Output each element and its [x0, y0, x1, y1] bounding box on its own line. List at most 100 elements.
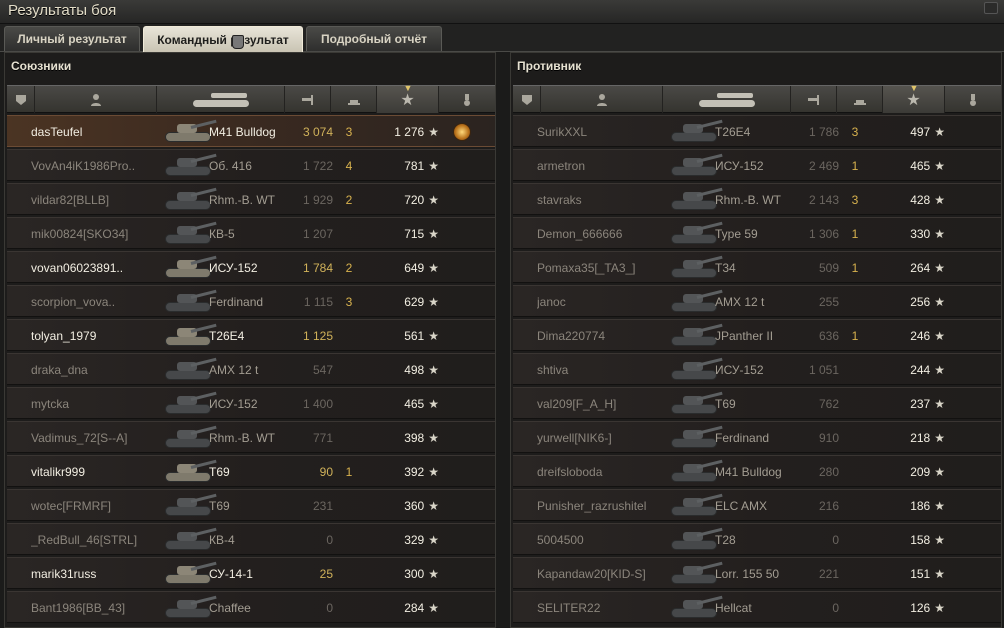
table-row[interactable]: shtiva ИСУ-152 1 051 244 ★ [513, 353, 1001, 385]
table-row[interactable]: _RedBull_46[STRL] КВ-4 0 329 ★ [7, 523, 495, 555]
player-name[interactable]: draka_dna [31, 354, 171, 385]
table-row[interactable]: SurikXXL T26E4 1 786 3 497 ★ [513, 115, 1001, 147]
kills-column-header[interactable] [331, 86, 377, 113]
kills-column-header[interactable] [837, 86, 883, 113]
table-row[interactable]: SELITER22 Hellcat 0 126 ★ [513, 591, 1001, 623]
player-name[interactable]: armetron [537, 150, 677, 181]
kills-value: 3 [851, 192, 859, 207]
player-name[interactable]: SELITER22 [537, 592, 677, 623]
player-name[interactable]: vildar82[BLLB] [31, 184, 171, 215]
player-name[interactable]: SurikXXL [537, 116, 677, 147]
player-name[interactable]: marik31russ [31, 558, 171, 589]
squad-column-header[interactable] [513, 86, 541, 113]
player-name[interactable]: _RedBull_46[STRL] [31, 524, 171, 555]
damage-value: 1 051 [808, 362, 839, 377]
tab-personal-result[interactable]: Личный результат [4, 26, 140, 51]
player-name[interactable]: Pomaxa35[_TA3_] [537, 252, 677, 283]
squad-column-header[interactable] [7, 86, 35, 113]
player-name[interactable]: dasTeufel [31, 116, 171, 147]
vehicle-column-header[interactable] [663, 86, 791, 113]
damage-value: 255 [818, 294, 839, 309]
table-row[interactable]: vitalikr999 T69 90 1 392 ★ [7, 455, 495, 487]
player-name[interactable]: scorpion_vova.. [31, 286, 171, 317]
damage-column-header[interactable] [285, 86, 331, 113]
damage-value: 1 115 [303, 294, 333, 309]
xp-column-header[interactable]: ▼ ★ [377, 83, 439, 113]
xp-value: 398 [404, 430, 425, 445]
damage-value: 547 [312, 362, 333, 377]
table-row[interactable]: draka_dna AMX 12 t 547 498 ★ [7, 353, 495, 385]
player-name[interactable]: VovAn4iK1986Pro.. [31, 150, 171, 181]
player-name[interactable]: stavraks [537, 184, 677, 215]
xp-cell: 186 ★ [875, 490, 945, 521]
medal-column-header[interactable] [945, 86, 1001, 113]
player-name[interactable]: 5004500 [537, 524, 677, 555]
tab-detailed-report[interactable]: Подробный отчёт [306, 26, 442, 51]
table-row[interactable]: stavraks Rhm.-B. WT 2 143 3 428 ★ [513, 183, 1001, 215]
kills-value: 2 [345, 192, 353, 207]
table-row[interactable]: vovan06023891.. ИСУ-152 1 784 2 649 ★ [7, 251, 495, 283]
table-row[interactable]: dasTeufel M41 Bulldog 3 074 3 1 276 ★ [7, 115, 495, 147]
player-name[interactable]: Vadimus_72[S--A] [31, 422, 171, 453]
player-name[interactable]: wotec[FRMRF] [31, 490, 171, 521]
table-row[interactable]: armetron ИСУ-152 2 469 1 465 ★ [513, 149, 1001, 181]
table-row[interactable]: Bant1986[BB_43] Chaffee 0 284 ★ [7, 591, 495, 623]
player-column-header[interactable] [35, 86, 157, 113]
window-control[interactable] [984, 2, 998, 14]
player-column-header[interactable] [541, 86, 663, 113]
table-row[interactable]: Punisher_razrushitel ELC AMX 216 186 ★ [513, 489, 1001, 521]
table-row[interactable]: yurwell[NIK6-] Ferdinand 910 218 ★ [513, 421, 1001, 453]
table-row[interactable]: 5004500 T28 0 158 ★ [513, 523, 1001, 555]
star-icon: ★ [428, 464, 439, 479]
player-name[interactable]: tolyan_1979 [31, 320, 171, 351]
table-row[interactable]: dreifsloboda M41 Bulldog 280 209 ★ [513, 455, 1001, 487]
player-name[interactable]: Punisher_razrushitel [537, 490, 677, 521]
player-name[interactable]: val209[F_A_H] [537, 388, 677, 419]
player-name[interactable]: Dima220774 [537, 320, 677, 351]
star-icon: ★ [428, 192, 439, 207]
table-row[interactable]: scorpion_vova.. Ferdinand 1 115 3 629 ★ [7, 285, 495, 317]
kills-value [835, 354, 875, 385]
player-name[interactable]: shtiva [537, 354, 677, 385]
player-name[interactable]: vovan06023891.. [31, 252, 171, 283]
table-row[interactable]: Kapandaw20[KID-S] Lorr. 155 50 221 151 ★ [513, 557, 1001, 589]
table-row[interactable]: Pomaxa35[_TA3_] T34 509 1 264 ★ [513, 251, 1001, 283]
kills-value [835, 490, 875, 521]
player-name[interactable]: dreifsloboda [537, 456, 677, 487]
player-name[interactable]: Kapandaw20[KID-S] [537, 558, 677, 589]
player-name[interactable]: yurwell[NIK6-] [537, 422, 677, 453]
table-row[interactable]: Vadimus_72[S--A] Rhm.-B. WT 771 398 ★ [7, 421, 495, 453]
xp-cell: 649 ★ [369, 252, 439, 283]
damage-value: 231 [312, 498, 333, 513]
kills-value: 4 [345, 158, 353, 173]
table-row[interactable]: vildar82[BLLB] Rhm.-B. WT 1 929 2 720 ★ [7, 183, 495, 215]
enemies-title: Противник [517, 59, 582, 73]
player-name[interactable]: mik00824[SKO34] [31, 218, 171, 249]
table-row[interactable]: Dima220774 JPanther II 636 1 246 ★ [513, 319, 1001, 351]
medal-cell [447, 456, 477, 487]
vehicle-column-header[interactable] [157, 86, 285, 113]
table-row[interactable]: mik00824[SKO34] КВ-5 1 207 715 ★ [7, 217, 495, 249]
player-name[interactable]: janoc [537, 286, 677, 317]
table-row[interactable]: janoc AMX 12 t 255 256 ★ [513, 285, 1001, 317]
tab-team-result[interactable]: Командный результат [143, 26, 303, 52]
star-icon: ★ [428, 226, 439, 241]
player-name[interactable]: Demon_666666 [537, 218, 677, 249]
player-name[interactable]: Bant1986[BB_43] [31, 592, 171, 623]
table-row[interactable]: val209[F_A_H] T69 762 237 ★ [513, 387, 1001, 419]
damage-column-header[interactable] [791, 86, 837, 113]
medal-column-header[interactable] [439, 86, 495, 113]
table-row[interactable]: tolyan_1979 T26E4 1 125 561 ★ [7, 319, 495, 351]
vehicle-name: СУ-14-1 [209, 566, 253, 581]
table-row[interactable]: wotec[FRMRF] T69 231 360 ★ [7, 489, 495, 521]
table-row[interactable]: marik31russ СУ-14-1 25 300 ★ [7, 557, 495, 589]
player-name[interactable]: vitalikr999 [31, 456, 171, 487]
medal-cell [447, 524, 477, 555]
table-row[interactable]: Demon_666666 Type 59 1 306 1 330 ★ [513, 217, 1001, 249]
vehicle-name: КВ-5 [209, 226, 235, 241]
xp-column-header[interactable]: ▼ ★ [883, 83, 945, 113]
medal-icon[interactable] [453, 122, 471, 141]
player-name[interactable]: mytcka [31, 388, 171, 419]
table-row[interactable]: VovAn4iK1986Pro.. Об. 416 1 722 4 781 ★ [7, 149, 495, 181]
table-row[interactable]: mytcka ИСУ-152 1 400 465 ★ [7, 387, 495, 419]
